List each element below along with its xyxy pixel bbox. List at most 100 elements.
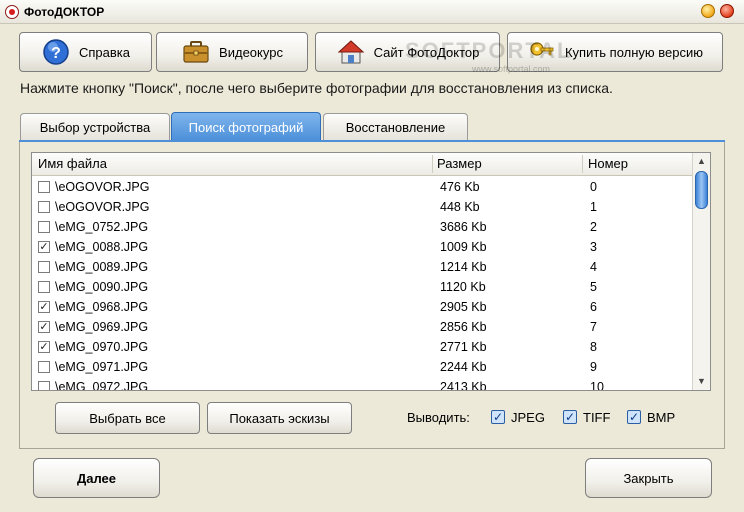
title-bar: ФотоДОКТОР xyxy=(0,0,744,24)
output-label: Выводить: xyxy=(407,410,470,425)
row-checkbox[interactable] xyxy=(38,361,50,373)
table-body: \eOGOVOR.JPG 476 Kb 0 \eOGOVOR.JPG 448 Kb 1 \e… xyxy=(32,177,694,391)
file-name-cell: \eMG_0969.JPG xyxy=(55,320,149,334)
jpeg-label[interactable]: JPEG xyxy=(511,410,545,425)
table-row[interactable]: ✓ \eMG_0968.JPG 2905 Kb 6 xyxy=(32,297,694,317)
tiff-checkbox[interactable]: ✓ xyxy=(563,410,577,424)
instruction-text: Нажмите кнопку "Поиск", после чего выбер… xyxy=(20,80,613,96)
file-number-cell: 10 xyxy=(590,380,604,391)
watermark-url: www.softportal.com xyxy=(472,64,551,74)
file-name-cell: \eOGOVOR.JPG xyxy=(55,180,150,194)
file-name-cell: \eMG_0971.JPG xyxy=(55,360,149,374)
window-title: ФотоДОКТОР xyxy=(24,5,105,19)
bmp-label[interactable]: BMP xyxy=(647,410,675,425)
tab-label: Восстановление xyxy=(345,119,446,135)
column-header-size[interactable]: Размер xyxy=(437,156,482,171)
show-thumbnails-button[interactable]: Показать эскизы xyxy=(207,402,352,434)
file-number-cell: 0 xyxy=(590,180,597,194)
file-name-cell: \eMG_0088.JPG xyxy=(55,240,149,254)
row-checkbox[interactable] xyxy=(38,221,50,233)
scroll-up-arrow-icon[interactable]: ▲ xyxy=(694,154,709,169)
file-size-cell: 1009 Kb xyxy=(440,240,487,254)
row-checkbox[interactable]: ✓ xyxy=(38,241,50,253)
row-checkbox[interactable]: ✓ xyxy=(38,301,50,313)
tab-recovery[interactable]: Восстановление xyxy=(323,113,468,140)
tab-photo-search[interactable]: Поиск фотографий xyxy=(171,112,321,141)
file-number-cell: 4 xyxy=(590,260,597,274)
svg-text:?: ? xyxy=(51,45,61,62)
row-checkbox[interactable] xyxy=(38,281,50,293)
tab-device-selection[interactable]: Выбор устройства xyxy=(20,113,170,140)
close-label: Закрыть xyxy=(623,470,674,486)
column-divider[interactable] xyxy=(432,155,433,173)
table-row[interactable]: ✓ \eMG_0969.JPG 2856 Kb 7 xyxy=(32,317,694,337)
row-checkbox[interactable]: ✓ xyxy=(38,341,50,353)
column-header-filename[interactable]: Имя файла xyxy=(38,156,107,171)
table-row[interactable]: \eMG_0090.JPG 1120 Kb 5 xyxy=(32,277,694,297)
row-checkbox[interactable] xyxy=(38,201,50,213)
scroll-down-arrow-icon[interactable]: ▼ xyxy=(694,374,709,389)
table-row[interactable]: ✓ \eMG_0088.JPG 1009 Kb 3 xyxy=(32,237,694,257)
briefcase-icon xyxy=(183,41,209,63)
table-row[interactable]: \eOGOVOR.JPG 476 Kb 0 xyxy=(32,177,694,197)
file-name-cell: \eMG_0752.JPG xyxy=(55,220,149,234)
tab-label: Поиск фотографий xyxy=(188,119,304,135)
file-number-cell: 7 xyxy=(590,320,597,334)
file-size-cell: 2413 Kb xyxy=(440,380,487,391)
file-size-cell: 3686 Kb xyxy=(440,220,487,234)
file-name-cell: \eOGOVOR.JPG xyxy=(55,200,150,214)
file-number-cell: 6 xyxy=(590,300,597,314)
file-name-cell: \eMG_0968.JPG xyxy=(55,300,149,314)
select-all-label: Выбрать все xyxy=(89,410,166,426)
file-name-cell: \eMG_0970.JPG xyxy=(55,340,149,354)
file-name-cell: \eMG_0090.JPG xyxy=(55,280,149,294)
buy-label: Купить полную версию xyxy=(564,44,704,60)
help-icon: ? xyxy=(43,39,69,65)
table-header: Имя файла Размер Номер xyxy=(32,153,694,176)
select-all-button[interactable]: Выбрать все xyxy=(55,402,200,434)
file-size-cell: 2856 Kb xyxy=(440,320,487,334)
next-button[interactable]: Далее xyxy=(33,458,160,498)
video-course-button[interactable]: Видеокурс xyxy=(156,32,308,72)
scroll-thumb[interactable] xyxy=(695,171,708,209)
close-button[interactable]: Закрыть xyxy=(585,458,712,498)
vertical-scrollbar[interactable]: ▲ ▼ xyxy=(692,153,710,390)
row-checkbox[interactable]: ✓ xyxy=(38,321,50,333)
table-row[interactable]: \eMG_0089.JPG 1214 Kb 4 xyxy=(32,257,694,277)
watermark-text: SOFTPORTAL xyxy=(405,38,573,63)
file-list[interactable]: Имя файла Размер Номер \eOGOVOR.JPG 476 K… xyxy=(31,152,711,391)
table-row[interactable]: \eMG_0972.JPG 2413 Kb 10 xyxy=(32,377,694,391)
minimize-button[interactable] xyxy=(701,4,715,18)
help-button-label: Справка xyxy=(79,44,130,60)
file-number-cell: 3 xyxy=(590,240,597,254)
table-row[interactable]: \eMG_0752.JPG 3686 Kb 2 xyxy=(32,217,694,237)
home-icon xyxy=(337,40,364,64)
help-button[interactable]: ? Справка xyxy=(19,32,152,72)
app-icon xyxy=(5,5,19,19)
row-checkbox[interactable] xyxy=(38,381,50,390)
tiff-label[interactable]: TIFF xyxy=(583,410,610,425)
file-size-cell: 2905 Kb xyxy=(440,300,487,314)
file-size-cell: 448 Kb xyxy=(440,200,480,214)
file-size-cell: 1214 Kb xyxy=(440,260,487,274)
file-size-cell: 2244 Kb xyxy=(440,360,487,374)
next-label: Далее xyxy=(76,470,117,486)
jpeg-checkbox[interactable]: ✓ xyxy=(491,410,505,424)
file-number-cell: 5 xyxy=(590,280,597,294)
tab-label: Выбор устройства xyxy=(39,119,151,135)
row-checkbox[interactable] xyxy=(38,181,50,193)
show-thumbnails-label: Показать эскизы xyxy=(229,410,330,426)
bmp-checkbox[interactable]: ✓ xyxy=(627,410,641,424)
table-row[interactable]: \eMG_0971.JPG 2244 Kb 9 xyxy=(32,357,694,377)
table-row[interactable]: \eOGOVOR.JPG 448 Kb 1 xyxy=(32,197,694,217)
column-divider[interactable] xyxy=(582,155,583,173)
file-size-cell: 2771 Kb xyxy=(440,340,487,354)
file-size-cell: 476 Kb xyxy=(440,180,480,194)
close-window-button[interactable] xyxy=(720,4,734,18)
column-header-number[interactable]: Номер xyxy=(588,156,628,171)
file-number-cell: 8 xyxy=(590,340,597,354)
table-row[interactable]: ✓ \eMG_0970.JPG 2771 Kb 8 xyxy=(32,337,694,357)
file-name-cell: \eMG_0089.JPG xyxy=(55,260,149,274)
file-size-cell: 1120 Kb xyxy=(440,280,486,294)
row-checkbox[interactable] xyxy=(38,261,50,273)
